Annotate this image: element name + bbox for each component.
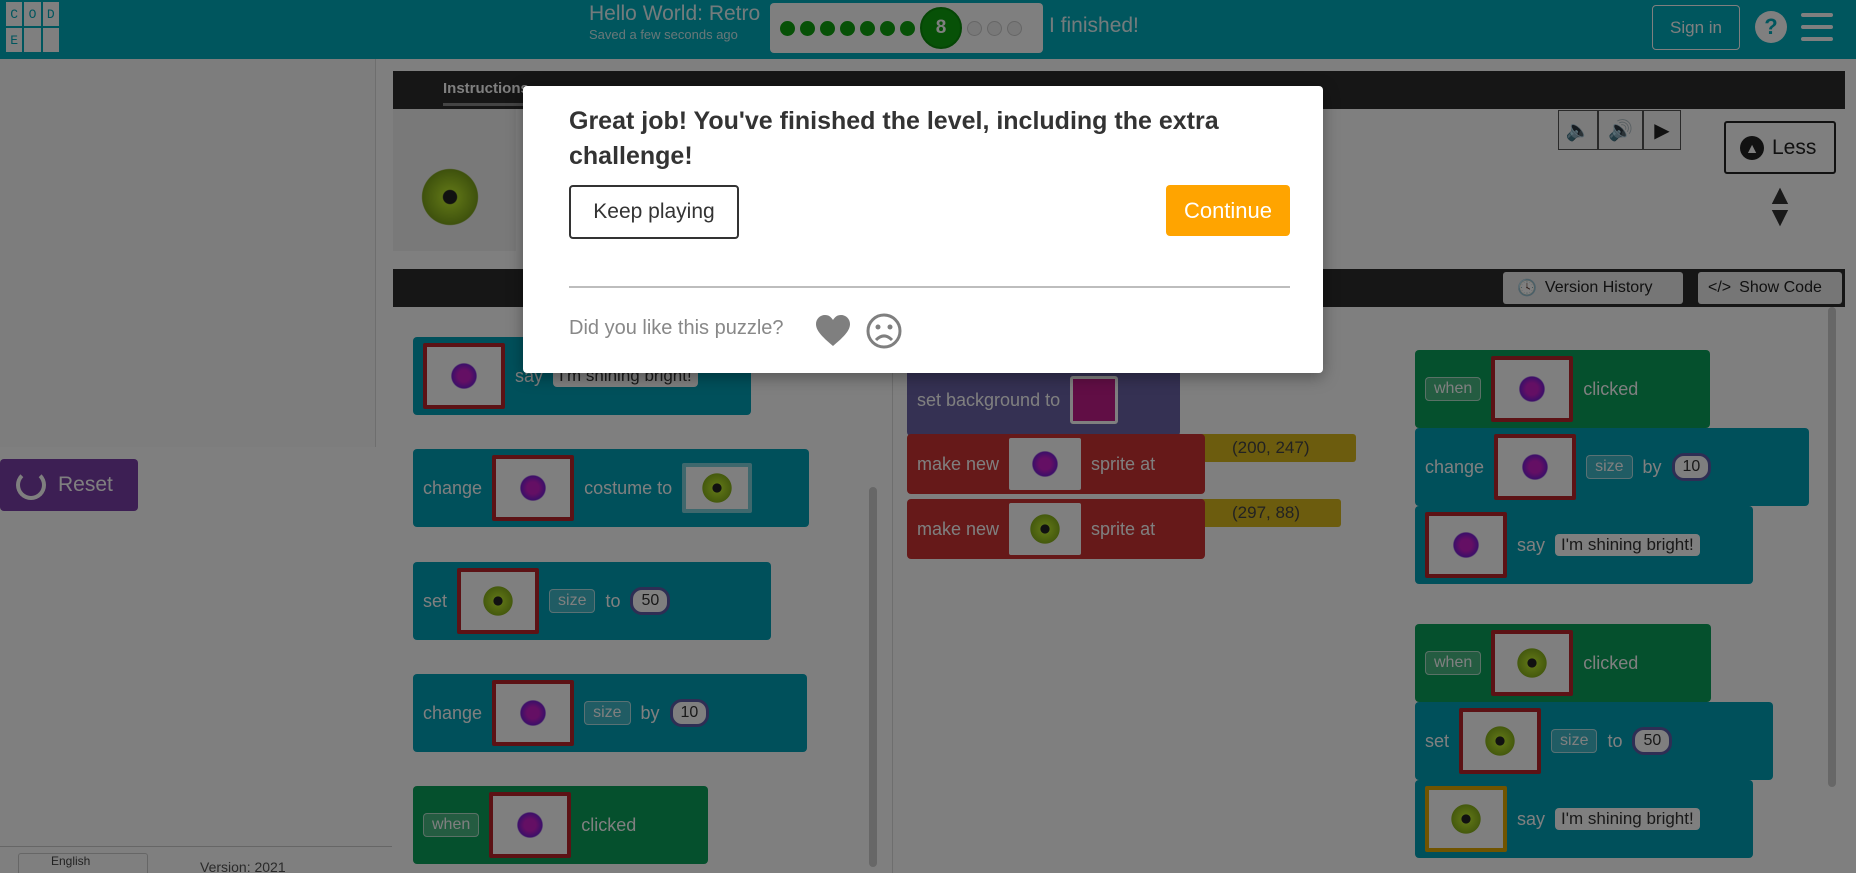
sad-face-icon[interactable]: [866, 313, 902, 349]
feedback-question: Did you like this puzzle?: [569, 317, 784, 339]
dialog-message: Great job! You've finished the level, in…: [569, 107, 1219, 170]
dialog-divider: [569, 286, 1290, 288]
keep-playing-button[interactable]: Keep playing: [569, 185, 739, 239]
level-complete-dialog: Great job! You've finished the level, in…: [523, 86, 1323, 373]
heart-icon[interactable]: [815, 314, 851, 348]
continue-button[interactable]: Continue: [1166, 185, 1290, 236]
